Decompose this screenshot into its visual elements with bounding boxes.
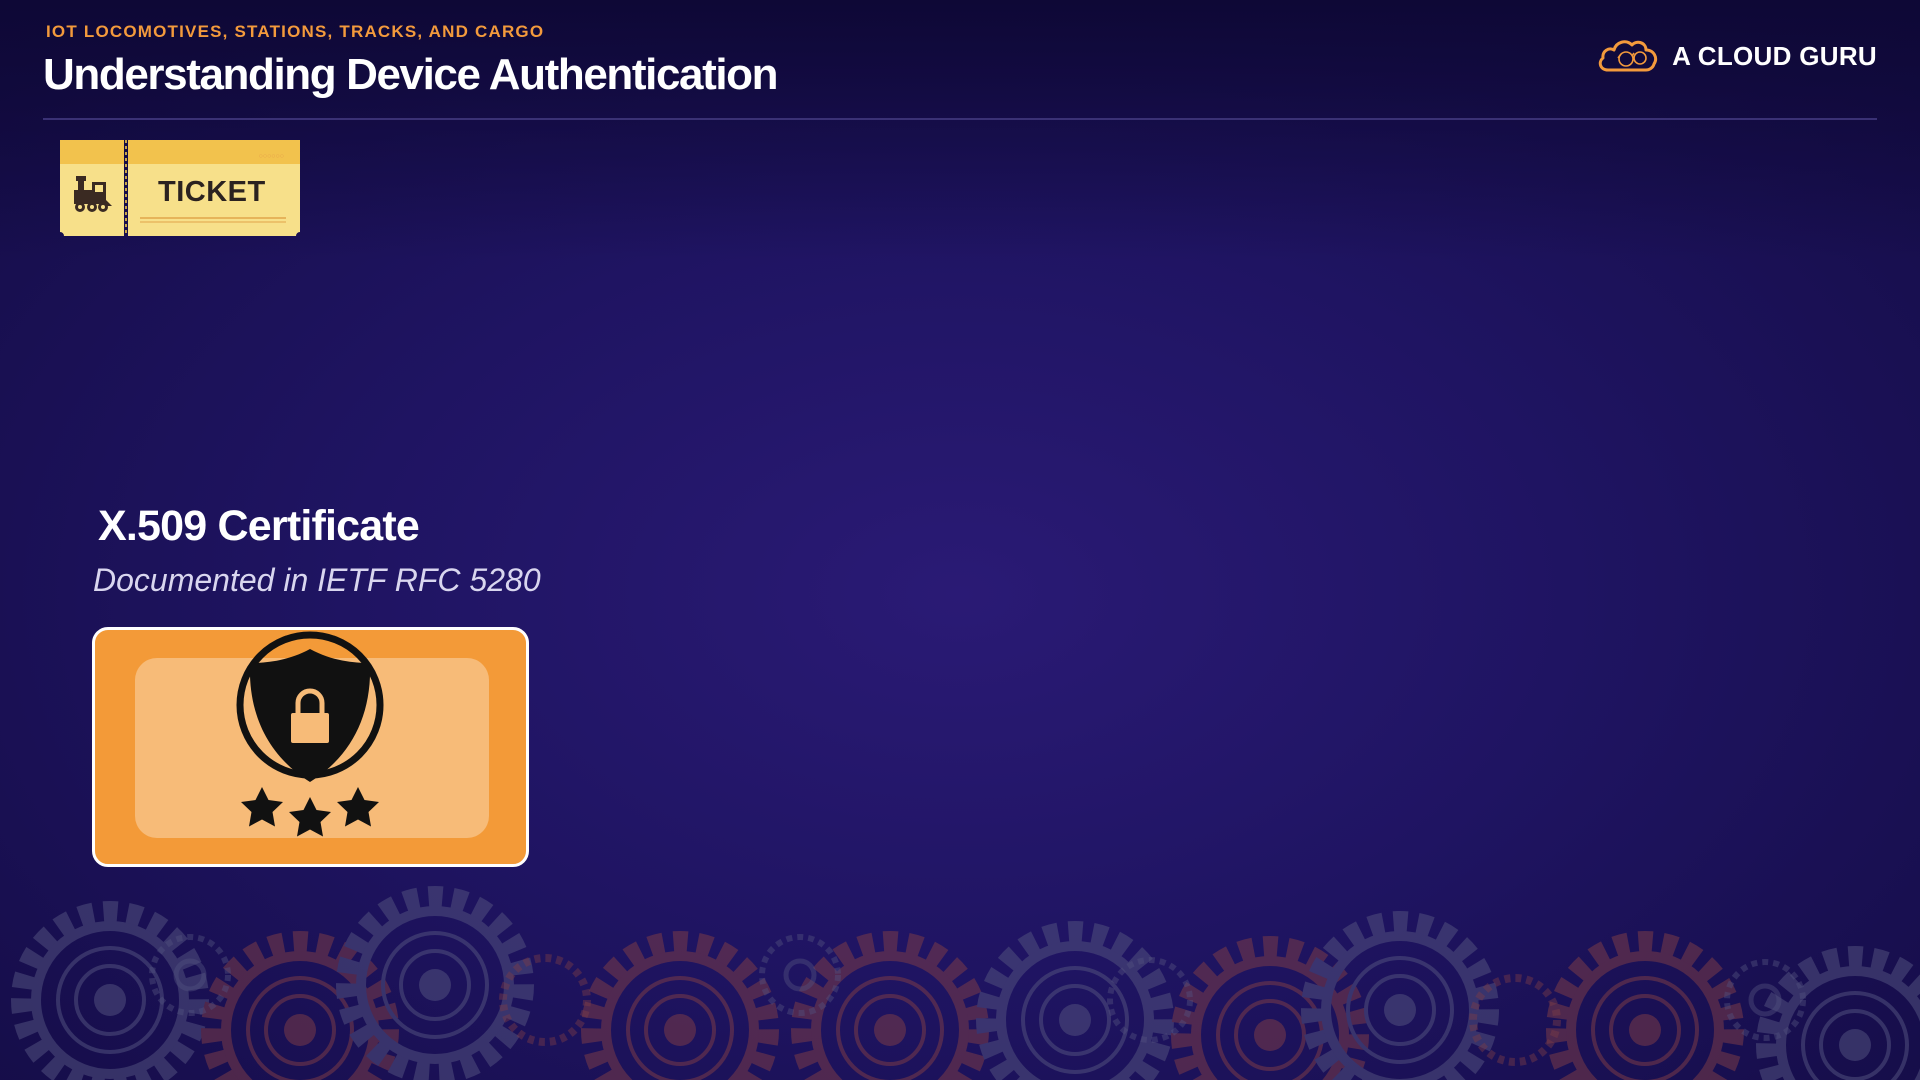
ticket-label: TICKET	[158, 176, 266, 208]
locomotive-icon	[74, 176, 112, 212]
certificate-subtitle: Documented in IETF RFC 5280	[93, 562, 541, 598]
gears-decoration	[0, 870, 1920, 1080]
slide: IOT LOCOMOTIVES, STATIONS, TRACKS, AND C…	[0, 0, 1920, 1080]
ticket-graphic: ○○○○○○ TICKET	[60, 140, 300, 236]
certificate-title: X.509 Certificate	[98, 502, 420, 550]
course-label: IOT LOCOMOTIVES, STATIONS, TRACKS, AND C…	[46, 22, 545, 41]
certificate-card	[92, 627, 529, 867]
svg-text:○○○○○○: ○○○○○○	[259, 153, 284, 160]
page-title: Understanding Device Authentication	[43, 50, 779, 99]
brand-name: A CLOUD GURU	[1672, 40, 1877, 71]
cloud-logo-icon	[1598, 40, 1658, 72]
brand-logo: A CLOUD GURU	[1596, 36, 1877, 76]
header-divider	[43, 118, 1877, 120]
shield-lock-stars-icon	[236, 631, 384, 837]
